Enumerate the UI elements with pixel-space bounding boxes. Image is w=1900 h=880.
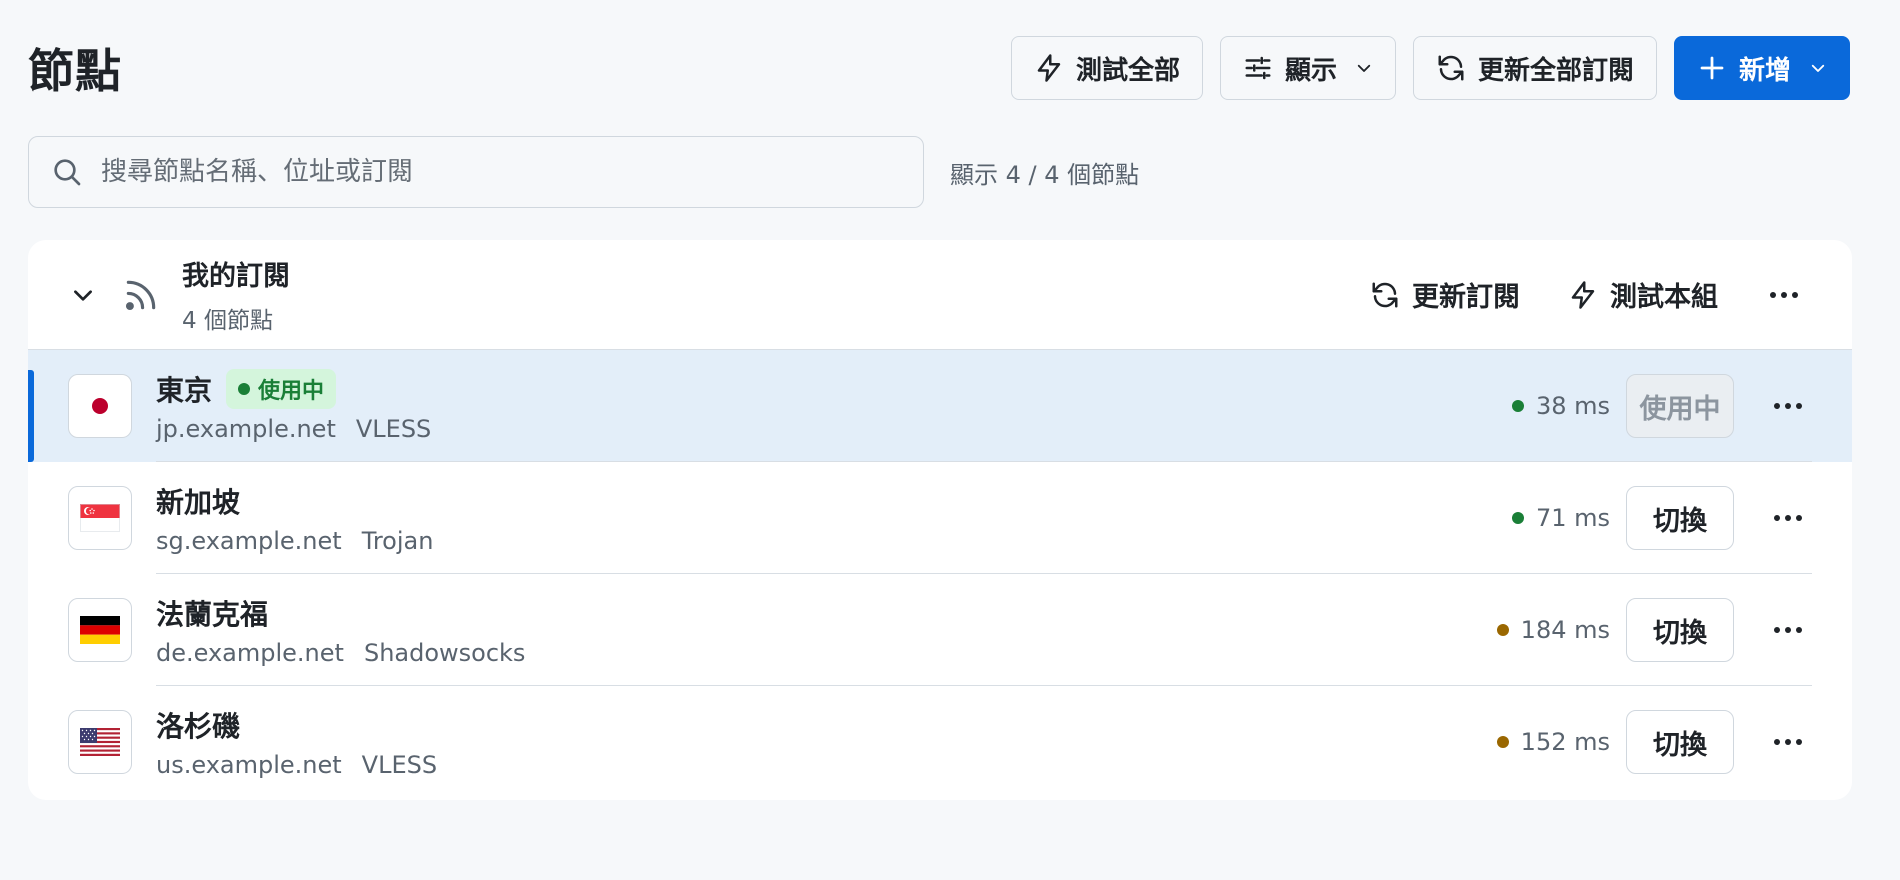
latency-dot-icon xyxy=(1496,736,1509,748)
latency-dot-icon xyxy=(1496,624,1509,636)
group-more-button[interactable] xyxy=(1766,277,1802,313)
add-button[interactable]: 新增 xyxy=(1673,36,1850,100)
node-info: 新加坡 sg.example.net Trojan xyxy=(156,481,433,555)
node-name: 東京 xyxy=(156,374,213,407)
test-all-button[interactable]: 測試全部 xyxy=(1010,36,1203,100)
more-horizontal-icon xyxy=(1774,739,1802,745)
latency: 71 ms xyxy=(1511,504,1610,532)
search-icon xyxy=(54,159,81,186)
node-address: us.example.net xyxy=(156,751,342,779)
more-horizontal-icon xyxy=(1774,627,1802,633)
lightning-icon xyxy=(1571,280,1595,309)
flag-badge xyxy=(68,710,132,774)
status-dot-icon xyxy=(238,383,251,395)
latency-value: 38 ms xyxy=(1535,392,1610,420)
node-info: 法蘭克福 de.example.net Shadowsocks xyxy=(156,593,525,667)
node-info: 洛杉磯 us.example.net VLESS xyxy=(156,705,437,779)
node-row-singapore[interactable]: 新加坡 sg.example.net Trojan 71 ms 切換 xyxy=(28,462,1852,574)
group-title: 我的訂閱 xyxy=(182,261,290,292)
add-label: 新增 xyxy=(1738,55,1791,86)
subscription-panel: 我的訂閱 4 個節點 更新訂閱 測試本組 東京 使用中 jp.example.n… xyxy=(28,240,1852,800)
node-info: 東京 使用中 jp.example.net VLESS xyxy=(156,369,431,443)
us-flag-icon xyxy=(80,728,120,756)
node-address: jp.example.net xyxy=(156,415,336,443)
toolbar: 測試全部 顯示 更新全部訂閱 新增 xyxy=(1010,36,1850,100)
search-row: 顯示 4 / 4 個節點 xyxy=(28,136,1139,208)
update-all-label: 更新全部訂閱 xyxy=(1477,55,1634,86)
switch-button[interactable]: 切換 xyxy=(1626,710,1734,774)
node-name: 新加坡 xyxy=(156,486,241,519)
node-protocol: VLESS xyxy=(355,415,432,443)
update-subscription-button[interactable]: 更新訂閱 xyxy=(1370,275,1520,314)
more-horizontal-icon xyxy=(1774,515,1802,521)
flag-badge xyxy=(68,598,132,662)
collapse-chevron-icon[interactable] xyxy=(70,282,96,308)
node-count-text: 顯示 4 / 4 個節點 xyxy=(950,160,1140,189)
latency-value: 152 ms xyxy=(1520,728,1610,756)
more-horizontal-icon xyxy=(1774,403,1802,409)
refresh-icon xyxy=(1372,282,1398,307)
group-node-count: 4 個節點 xyxy=(182,308,273,334)
sg-flag-icon xyxy=(80,504,120,532)
display-button[interactable]: 顯示 xyxy=(1219,36,1396,100)
rss-icon xyxy=(125,280,156,310)
chevron-down-icon xyxy=(1357,64,1371,72)
status-badge-label: 使用中 xyxy=(258,379,325,404)
flag-badge xyxy=(68,486,132,550)
status-badge: 使用中 xyxy=(226,369,337,409)
lightning-icon xyxy=(1037,54,1061,82)
node-name: 洛杉磯 xyxy=(156,710,241,743)
update-subscription-label: 更新訂閱 xyxy=(1412,282,1520,313)
refresh-icon xyxy=(1438,55,1464,81)
group-info: 我的訂閱 4 個節點 xyxy=(182,254,290,335)
latency: 184 ms xyxy=(1496,616,1610,644)
node-more-button[interactable] xyxy=(1770,500,1806,536)
group-header: 我的訂閱 4 個節點 更新訂閱 測試本組 xyxy=(28,240,1852,350)
node-protocol: Trojan xyxy=(361,527,434,555)
switch-button[interactable]: 切換 xyxy=(1626,486,1734,550)
switch-button[interactable]: 切換 xyxy=(1626,598,1734,662)
chevron-down-icon xyxy=(1811,64,1825,72)
display-label: 顯示 xyxy=(1284,55,1337,86)
test-all-label: 測試全部 xyxy=(1075,55,1180,86)
flag-badge xyxy=(68,374,132,438)
search-input[interactable] xyxy=(101,157,861,187)
test-group-button[interactable]: 測試本組 xyxy=(1568,275,1718,314)
latency: 152 ms xyxy=(1496,728,1610,756)
sliders-icon xyxy=(1245,56,1271,80)
node-more-button[interactable] xyxy=(1770,724,1806,760)
search-box[interactable] xyxy=(28,136,924,208)
update-all-button[interactable]: 更新全部訂閱 xyxy=(1412,36,1657,100)
node-row-los-angeles[interactable]: 洛杉磯 us.example.net VLESS 152 ms 切換 xyxy=(28,686,1852,798)
node-address: de.example.net xyxy=(156,639,344,667)
node-more-button[interactable] xyxy=(1770,388,1806,424)
test-group-label: 測試本組 xyxy=(1610,282,1718,313)
latency: 38 ms xyxy=(1511,392,1610,420)
in-use-button: 使用中 xyxy=(1626,374,1734,438)
latency-dot-icon xyxy=(1511,512,1524,524)
latency-value: 184 ms xyxy=(1520,616,1610,644)
node-protocol: Shadowsocks xyxy=(363,639,526,667)
latency-value: 71 ms xyxy=(1535,504,1610,532)
more-horizontal-icon xyxy=(1770,291,1798,298)
node-name: 法蘭克福 xyxy=(156,598,269,631)
de-flag-icon xyxy=(80,616,120,644)
latency-dot-icon xyxy=(1511,400,1524,412)
node-row-tokyo[interactable]: 東京 使用中 jp.example.net VLESS 38 ms 使用中 xyxy=(28,350,1852,462)
group-actions: 更新訂閱 測試本組 xyxy=(1370,275,1802,314)
plus-icon xyxy=(1700,56,1724,80)
node-row-frankfurt[interactable]: 法蘭克福 de.example.net Shadowsocks 184 ms 切… xyxy=(28,574,1852,686)
node-protocol: VLESS xyxy=(361,751,438,779)
page-title: 節點 xyxy=(28,44,122,98)
node-more-button[interactable] xyxy=(1770,612,1806,648)
node-address: sg.example.net xyxy=(156,527,342,555)
jp-flag-icon xyxy=(80,392,120,420)
page-header: 節點 測試全部 顯示 更新全部訂閱 新增 xyxy=(28,36,1850,100)
